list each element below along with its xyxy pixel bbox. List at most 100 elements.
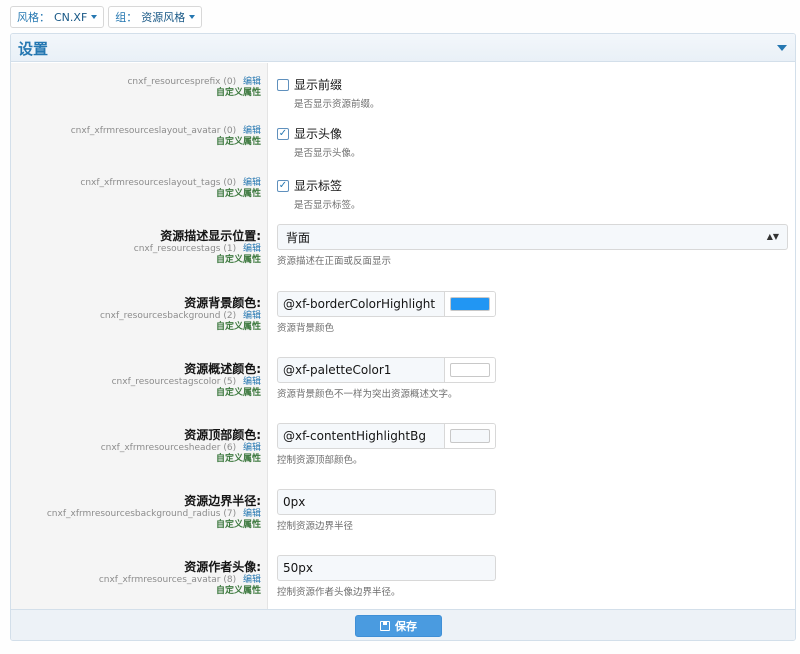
option-control: 0px 控制资源边界半径 bbox=[277, 489, 496, 532]
custom-property-badge: 自定义属性 bbox=[215, 322, 261, 332]
option-hint: 控制资源作者头像边界半径。 bbox=[277, 587, 401, 598]
color-value-input[interactable]: @xf-paletteColor1 bbox=[278, 358, 445, 382]
option-title: 资源顶部颜色: bbox=[184, 428, 261, 442]
edit-link[interactable]: 编辑 bbox=[243, 575, 261, 585]
form-footer: 保存 bbox=[11, 609, 795, 640]
save-button[interactable]: 保存 bbox=[355, 615, 442, 637]
option-control: @xf-paletteColor1 资源背景颜色不一样为突出资源概述文字。 bbox=[277, 357, 496, 400]
checkbox-label[interactable]: 显示前缀 bbox=[294, 76, 342, 93]
option-label: 资源作者头像: cnxf_xfrmresources_avatar (8) 编辑… bbox=[11, 560, 261, 597]
option-label: 资源顶部颜色: cnxf_xfrmresourcesheader (6) 编辑 … bbox=[11, 428, 261, 465]
settings-panel: 设置 cnxf_resourcesprefix (0) 编辑 自定义属性 显示前… bbox=[10, 33, 796, 641]
option-key: cnxf_resourcesprefix bbox=[127, 77, 221, 87]
edit-link[interactable]: 编辑 bbox=[243, 509, 261, 519]
option-control: ✓ 显示头像 是否显示头像。 bbox=[277, 125, 361, 159]
checkbox-label[interactable]: 显示头像 bbox=[294, 125, 342, 142]
option-order: (0) bbox=[223, 178, 237, 188]
style-chooser-value: CN.XF bbox=[54, 10, 88, 24]
custom-property-badge: 自定义属性 bbox=[215, 137, 261, 147]
header-color-field: @xf-contentHighlightBg bbox=[277, 423, 496, 449]
custom-property-badge: 自定义属性 bbox=[215, 88, 261, 98]
option-meta: cnxf_resourcesprefix (0) 编辑 bbox=[11, 76, 261, 88]
option-label: cnxf_resourcesprefix (0) 编辑 自定义属性 bbox=[11, 76, 261, 99]
option-key: cnxf_resourcestagscolor bbox=[111, 377, 221, 387]
save-button-label: 保存 bbox=[395, 620, 417, 633]
option-order: (0) bbox=[223, 77, 237, 87]
chevron-down-icon bbox=[91, 15, 98, 19]
show-prefix-checkbox[interactable]: 显示前缀 bbox=[277, 76, 380, 93]
edit-link[interactable]: 编辑 bbox=[243, 178, 261, 188]
option-order: (7) bbox=[223, 509, 237, 519]
color-swatch[interactable] bbox=[450, 297, 490, 311]
option-order: (1) bbox=[223, 244, 237, 254]
show-avatar-checkbox[interactable]: ✓ 显示头像 bbox=[277, 125, 361, 142]
description-position-select[interactable]: 背面 ▲▼ bbox=[277, 224, 788, 250]
option-control: @xf-borderColorHighlight 资源背景颜色 bbox=[277, 291, 496, 334]
style-chooser-button[interactable]: 风格： CN.XF bbox=[10, 6, 105, 28]
color-swatch[interactable] bbox=[450, 429, 490, 443]
panel-header[interactable]: 设置 bbox=[11, 34, 795, 62]
edit-link[interactable]: 编辑 bbox=[243, 311, 261, 321]
custom-property-badge: 自定义属性 bbox=[215, 520, 261, 530]
show-tags-checkbox[interactable]: ✓ 显示标签 bbox=[277, 177, 361, 194]
option-control: 50px 控制资源作者头像边界半径。 bbox=[277, 555, 496, 598]
color-swatch[interactable] bbox=[450, 363, 490, 377]
option-control: 显示前缀 是否显示资源前缀。 bbox=[277, 76, 380, 110]
option-hint: 是否显示资源前缀。 bbox=[294, 99, 380, 110]
option-order: (5) bbox=[223, 377, 237, 387]
border-radius-input[interactable]: 0px bbox=[277, 489, 496, 515]
color-picker[interactable] bbox=[445, 292, 495, 316]
checkbox-box[interactable]: ✓ bbox=[277, 127, 289, 140]
edit-link[interactable]: 编辑 bbox=[243, 77, 261, 87]
option-hint: 资源背景颜色 bbox=[277, 323, 335, 334]
option-label: 资源边界半径: cnxf_xfrmresourcesbackground_rad… bbox=[11, 494, 261, 531]
style-chooser-label: 风格： bbox=[17, 11, 50, 24]
color-picker[interactable] bbox=[445, 358, 495, 382]
option-hint: 控制资源边界半径 bbox=[277, 521, 354, 532]
option-meta: cnxf_xfrmresourcesheader (6) 编辑 bbox=[11, 442, 261, 454]
option-key: cnxf_xfrmresourcesbackground_radius bbox=[46, 509, 221, 519]
group-chooser-value: 资源风格 bbox=[141, 11, 186, 24]
option-hint: 是否显示头像。 bbox=[294, 148, 361, 159]
option-control: 背面 ▲▼ 资源描述在正面或反面显示 bbox=[277, 224, 788, 267]
panel-title: 设置 bbox=[18, 40, 49, 58]
option-order: (0) bbox=[223, 126, 237, 136]
option-key: cnxf_resourcestags bbox=[133, 244, 221, 254]
color-value-input[interactable]: @xf-borderColorHighlight bbox=[278, 292, 445, 316]
custom-property-badge: 自定义属性 bbox=[215, 388, 261, 398]
option-order: (2) bbox=[223, 311, 237, 321]
group-chooser-button[interactable]: 组： 资源风格 bbox=[108, 6, 203, 28]
checkbox-box[interactable]: ✓ bbox=[277, 179, 289, 192]
option-label: 资源背景颜色: cnxf_resourcesbackground (2) 编辑 … bbox=[11, 296, 261, 333]
checkbox-box[interactable] bbox=[277, 78, 289, 91]
option-meta: cnxf_resourcestagscolor (5) 编辑 bbox=[11, 376, 261, 388]
option-hint: 控制资源顶部颜色。 bbox=[277, 455, 363, 466]
checkbox-label[interactable]: 显示标签 bbox=[294, 177, 342, 194]
edit-link[interactable]: 编辑 bbox=[243, 443, 261, 453]
option-hint: 资源背景颜色不一样为突出资源概述文字。 bbox=[277, 389, 458, 400]
select-value: 背面 bbox=[286, 230, 311, 245]
color-picker[interactable] bbox=[445, 424, 495, 448]
option-key: cnxf_xfrmresourcesheader bbox=[100, 443, 221, 453]
option-hint: 是否显示标签。 bbox=[294, 200, 361, 211]
background-color-field: @xf-borderColorHighlight bbox=[277, 291, 496, 317]
edit-link[interactable]: 编辑 bbox=[243, 126, 261, 136]
edit-link[interactable]: 编辑 bbox=[243, 244, 261, 254]
collapse-toggle-icon[interactable] bbox=[777, 45, 787, 51]
custom-property-badge: 自定义属性 bbox=[215, 454, 261, 464]
save-icon bbox=[380, 621, 390, 631]
edit-link[interactable]: 编辑 bbox=[243, 377, 261, 387]
color-value-input[interactable]: @xf-contentHighlightBg bbox=[278, 424, 445, 448]
option-meta: cnxf_resourcesbackground (2) 编辑 bbox=[11, 310, 261, 322]
option-control: ✓ 显示标签 是否显示标签。 bbox=[277, 177, 361, 211]
option-key: cnxf_xfrmresources_avatar bbox=[98, 575, 221, 585]
custom-property-badge: 自定义属性 bbox=[215, 255, 261, 265]
select-arrows-icon: ▲▼ bbox=[766, 232, 779, 241]
option-meta: cnxf_xfrmresourceslayout_avatar (0) 编辑 bbox=[11, 125, 261, 137]
option-key: cnxf_resourcesbackground bbox=[99, 311, 221, 321]
group-chooser-label: 组： bbox=[115, 11, 138, 24]
option-meta: cnxf_xfrmresources_avatar (8) 编辑 bbox=[11, 574, 261, 586]
option-hint: 资源描述在正面或反面显示 bbox=[277, 256, 392, 267]
author-avatar-radius-input[interactable]: 50px bbox=[277, 555, 496, 581]
option-meta: cnxf_xfrmresourcesbackground_radius (7) … bbox=[11, 508, 261, 520]
